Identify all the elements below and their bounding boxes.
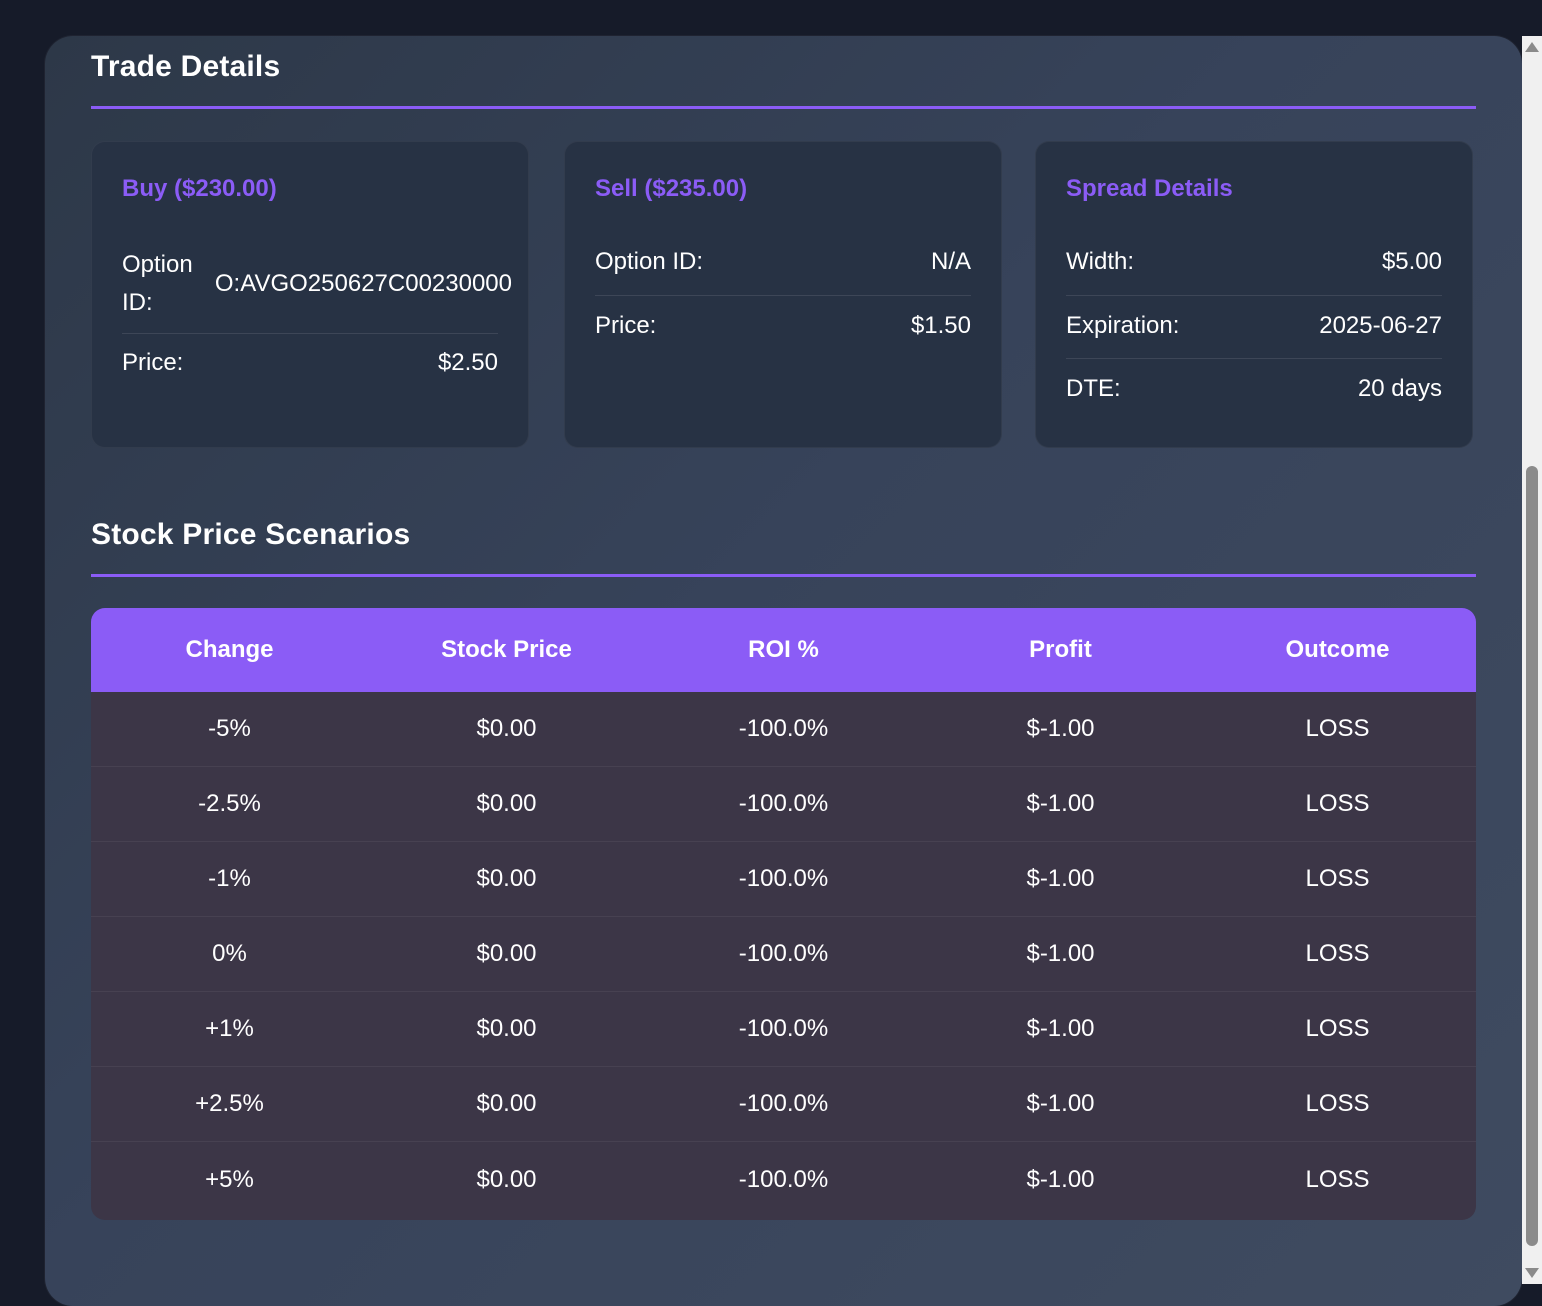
cell-change: -5% bbox=[208, 715, 251, 742]
table-row: -2.5% $0.00 -100.0% $-1.00 LOSS bbox=[91, 767, 1476, 842]
spread-card-title: Spread Details bbox=[1066, 175, 1233, 202]
cell-profit: $-1.00 bbox=[1026, 1015, 1095, 1042]
vertical-scrollbar[interactable] bbox=[1522, 36, 1542, 1284]
spread-expiration-row: Expiration: 2025-06-27 bbox=[1066, 312, 1442, 340]
buy-price-row: Price: $2.50 bbox=[122, 349, 498, 377]
cell-stock-price: $0.00 bbox=[476, 1165, 537, 1193]
column-header-roi[interactable]: ROI % bbox=[645, 636, 922, 664]
sell-option-id-value: N/A bbox=[930, 248, 971, 275]
buy-price-label: Price: bbox=[122, 349, 184, 376]
cell-change: -1% bbox=[208, 865, 251, 892]
buy-card-divider bbox=[122, 333, 498, 334]
cell-outcome: LOSS bbox=[1305, 1165, 1370, 1193]
sell-option-id-label: Option ID: bbox=[595, 248, 704, 275]
trade-details-divider bbox=[91, 106, 1476, 109]
spread-expiration-label: Expiration: bbox=[1066, 312, 1180, 339]
sell-price-row: Price: $1.50 bbox=[595, 312, 971, 340]
column-header-change[interactable]: Change bbox=[91, 636, 368, 664]
scroll-down-arrow-icon[interactable] bbox=[1525, 1268, 1539, 1278]
cell-profit: $-1.00 bbox=[1026, 715, 1095, 742]
sell-card-divider bbox=[595, 295, 971, 296]
spread-width-row: Width: $5.00 bbox=[1066, 248, 1442, 276]
cell-outcome: LOSS bbox=[1305, 715, 1370, 742]
table-body: -5% $0.00 -100.0% $-1.00 LOSS -2.5% $0.0… bbox=[91, 692, 1476, 1217]
sell-price-label: Price: bbox=[595, 312, 657, 339]
cell-change: +5% bbox=[205, 1165, 254, 1193]
table-row: -5% $0.00 -100.0% $-1.00 LOSS bbox=[91, 692, 1476, 767]
cell-roi: -100.0% bbox=[738, 1165, 829, 1193]
spread-card-divider-2 bbox=[1066, 358, 1442, 359]
spread-dte-label: DTE: bbox=[1066, 375, 1121, 402]
cell-change: +2.5% bbox=[195, 1090, 264, 1117]
cell-outcome: LOSS bbox=[1305, 1015, 1370, 1042]
cell-roi: -100.0% bbox=[738, 1015, 829, 1042]
cell-stock-price: $0.00 bbox=[476, 715, 537, 742]
column-header-stock-price[interactable]: Stock Price bbox=[368, 636, 645, 664]
scroll-up-arrow-icon[interactable] bbox=[1525, 42, 1539, 52]
spread-dte-row: DTE: 20 days bbox=[1066, 375, 1442, 403]
trade-details-heading: Trade Details bbox=[91, 50, 281, 83]
cell-stock-price: $0.00 bbox=[476, 790, 537, 817]
column-header-profit[interactable]: Profit bbox=[922, 636, 1199, 664]
scenarios-heading: Stock Price Scenarios bbox=[91, 518, 411, 551]
scenarios-table: Change Stock Price ROI % Profit Outcome … bbox=[91, 608, 1476, 1220]
table-row: +1% $0.00 -100.0% $-1.00 LOSS bbox=[91, 992, 1476, 1067]
cell-roi: -100.0% bbox=[738, 940, 829, 967]
cell-change: -2.5% bbox=[198, 790, 261, 817]
buy-card: Buy ($230.00) Option ID: O:AVGO250627C00… bbox=[91, 141, 529, 448]
table-row: +2.5% $0.00 -100.0% $-1.00 LOSS bbox=[91, 1067, 1476, 1142]
scroll-thumb[interactable] bbox=[1526, 466, 1538, 1246]
cell-change: 0% bbox=[212, 940, 247, 967]
buy-option-id-row: Option ID: O:AVGO250627C00230000 bbox=[122, 246, 512, 322]
cell-stock-price: $0.00 bbox=[476, 1090, 537, 1117]
table-header: Change Stock Price ROI % Profit Outcome bbox=[91, 608, 1476, 692]
cell-profit: $-1.00 bbox=[1026, 1090, 1095, 1117]
scenarios-divider bbox=[91, 574, 1476, 577]
sell-option-id-row: Option ID: N/A bbox=[595, 248, 971, 276]
sell-price-value: $1.50 bbox=[910, 312, 971, 339]
cell-roi: -100.0% bbox=[738, 865, 829, 892]
trade-panel: Trade Details Buy ($230.00) Option ID: O… bbox=[45, 36, 1522, 1306]
table-row: -1% $0.00 -100.0% $-1.00 LOSS bbox=[91, 842, 1476, 917]
cell-stock-price: $0.00 bbox=[476, 1015, 537, 1042]
spread-expiration-value: 2025-06-27 bbox=[1319, 312, 1442, 339]
cell-stock-price: $0.00 bbox=[476, 940, 537, 967]
cell-outcome: LOSS bbox=[1305, 940, 1370, 967]
spread-card-divider-1 bbox=[1066, 295, 1442, 296]
cell-roi: -100.0% bbox=[738, 790, 829, 817]
cell-outcome: LOSS bbox=[1305, 790, 1370, 817]
buy-card-title: Buy ($230.00) bbox=[122, 175, 277, 202]
column-header-outcome[interactable]: Outcome bbox=[1199, 636, 1476, 664]
cell-profit: $-1.00 bbox=[1026, 1165, 1095, 1193]
cell-profit: $-1.00 bbox=[1026, 940, 1095, 967]
spread-card: Spread Details Width: $5.00 Expiration: … bbox=[1035, 141, 1473, 448]
table-row: +5% $0.00 -100.0% $-1.00 LOSS bbox=[91, 1142, 1476, 1217]
cell-change: +1% bbox=[205, 1015, 254, 1042]
cell-outcome: LOSS bbox=[1305, 865, 1370, 892]
cell-profit: $-1.00 bbox=[1026, 790, 1095, 817]
sell-card-title: Sell ($235.00) bbox=[595, 175, 748, 202]
spread-width-label: Width: bbox=[1066, 248, 1135, 275]
cell-roi: -100.0% bbox=[738, 715, 829, 742]
buy-option-id-label: Option ID: bbox=[122, 251, 193, 316]
buy-price-value: $2.50 bbox=[437, 349, 498, 376]
cell-stock-price: $0.00 bbox=[476, 865, 537, 892]
spread-dte-value: 20 days bbox=[1357, 375, 1442, 402]
cell-profit: $-1.00 bbox=[1026, 865, 1095, 892]
spread-width-value: $5.00 bbox=[1381, 248, 1442, 275]
cell-roi: -100.0% bbox=[738, 1090, 829, 1117]
cell-outcome: LOSS bbox=[1305, 1090, 1370, 1117]
buy-option-id-value: O:AVGO250627C00230000 bbox=[214, 270, 512, 297]
table-row: 0% $0.00 -100.0% $-1.00 LOSS bbox=[91, 917, 1476, 992]
sell-card: Sell ($235.00) Option ID: N/A Price: $1.… bbox=[564, 141, 1002, 448]
